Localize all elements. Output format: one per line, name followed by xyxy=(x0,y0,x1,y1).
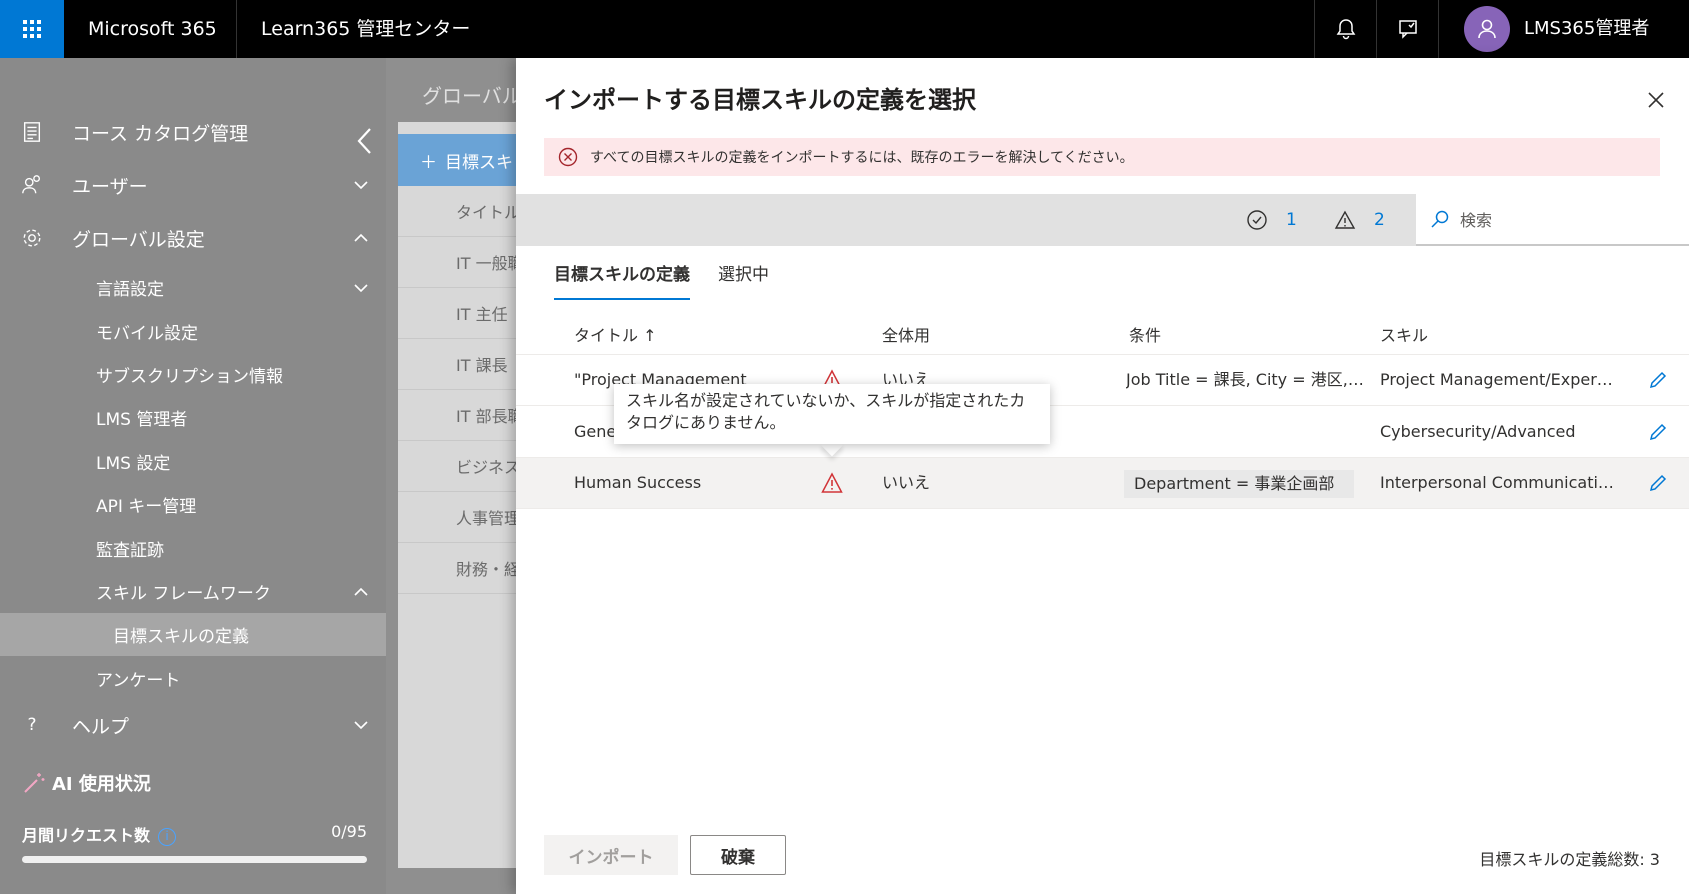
import-button[interactable]: インポート xyxy=(544,835,678,875)
sidebar-subitem-mobile[interactable]: モバイル設定 xyxy=(0,310,386,353)
edit-icon[interactable] xyxy=(1648,422,1668,442)
monthly-requests-label: 月間リクエスト数 xyxy=(22,826,151,845)
background-page-title: グローバル xyxy=(422,84,522,108)
row-conditions xyxy=(1126,407,1366,457)
total-count: 目標スキルの定義総数: 3 xyxy=(1479,850,1660,869)
warning-count: 2 xyxy=(1374,210,1385,230)
waffle-icon[interactable] xyxy=(0,0,64,58)
sidebar-item-label: 監査証跡 xyxy=(96,541,164,561)
checkmark-circle-icon xyxy=(1247,210,1267,230)
bell-icon[interactable] xyxy=(1317,0,1375,58)
usage-progress-bar xyxy=(22,856,367,863)
sidebar-item-label: ユーザー xyxy=(72,175,148,198)
table-row[interactable]: Human Success いいえ Department = 事業企画部 Int… xyxy=(516,458,1689,509)
row-skills: Cybersecurity/Advanced xyxy=(1380,422,1576,441)
sidebar-subitem-lms-settings[interactable]: LMS 設定 xyxy=(0,440,386,483)
discard-button[interactable]: 破棄 xyxy=(690,835,786,875)
avatar[interactable] xyxy=(1464,6,1510,52)
monthly-requests-value: 0/95 xyxy=(331,822,367,841)
sidebar-item-label: コース カタログ管理 xyxy=(72,122,249,145)
valid-count-filter[interactable]: 1 xyxy=(1246,194,1297,246)
sidebar-subitem-api-keys[interactable]: API キー管理 xyxy=(0,483,386,526)
add-target-skill-button[interactable]: ＋ 目標スキ xyxy=(398,134,516,186)
row-title: Human Success xyxy=(574,473,702,492)
tab-target-skills[interactable]: 目標スキルの定義 xyxy=(554,260,690,300)
divider xyxy=(1314,0,1315,58)
panel-title: インポートする目標スキルの定義を選択 xyxy=(544,86,976,114)
row-conditions: Department = 事業企画部 xyxy=(1124,470,1354,498)
error-message-bar: すべての目標スキルの定義をインポートするには、既存のエラーを解決してください。 xyxy=(544,138,1660,176)
ai-usage-title: AI 使用状況 xyxy=(22,770,151,796)
import-panel: インポートする目標スキルの定義を選択 すべての目標スキルの定義をインポートするに… xyxy=(516,58,1689,894)
search-input[interactable]: 検索 xyxy=(1460,207,1492,231)
error-icon xyxy=(558,147,578,167)
app-title: Learn365 管理センター xyxy=(261,18,471,40)
column-header-global[interactable]: 全体用 xyxy=(882,322,930,346)
sidebar-item-label: LMS 管理者 xyxy=(96,410,188,430)
feedback-icon[interactable] xyxy=(1379,0,1437,58)
monthly-requests: 月間リクエスト数 i 0/95 xyxy=(22,822,367,846)
warning-icon[interactable] xyxy=(821,472,843,494)
sidebar-item-label: サブスクリプション情報 xyxy=(96,367,283,387)
sidebar-subitem-audit-trail[interactable]: 監査証跡 xyxy=(0,527,386,570)
top-bar: Microsoft 365 Learn365 管理センター LMS365管理者 xyxy=(0,0,1689,58)
row-skills: Project Management/Expert",... xyxy=(1380,370,1616,389)
search-box[interactable]: 検索 xyxy=(1416,194,1689,246)
brand-name[interactable]: Microsoft 365 xyxy=(88,0,217,58)
users-icon xyxy=(20,173,44,197)
sidebar: コース カタログ管理 ユーザー グローバル設定 言語設定 モバイル設定 サブスク… xyxy=(0,58,386,894)
warning-tooltip: スキル名が設定されていないか、スキルが指定されたカタログにありません。 xyxy=(614,384,1050,444)
info-icon[interactable]: i xyxy=(158,827,177,846)
sidebar-item-label: グローバル設定 xyxy=(72,228,205,251)
ai-usage-label: AI 使用状況 xyxy=(52,774,151,795)
tab-selected[interactable]: 選択中 xyxy=(718,260,769,300)
add-button-label: 目標スキ xyxy=(445,152,513,173)
warning-icon xyxy=(1334,210,1356,229)
gear-icon xyxy=(20,226,44,250)
sidebar-item-label: LMS 設定 xyxy=(96,454,171,474)
row-skills: Interpersonal Communication... xyxy=(1380,473,1616,492)
divider xyxy=(236,0,237,58)
sidebar-subitem-language[interactable]: 言語設定 xyxy=(0,266,386,309)
catalog-icon xyxy=(20,120,44,144)
user-name[interactable]: LMS365管理者 xyxy=(1524,0,1649,58)
sidebar-item-label: ヘルプ xyxy=(72,715,130,738)
sidebar-item-label: 目標スキルの定義 xyxy=(113,627,249,647)
sidebar-subitem-subscription[interactable]: サブスクリプション情報 xyxy=(0,353,386,396)
edit-icon[interactable] xyxy=(1648,370,1668,390)
row-global: いいえ xyxy=(882,473,931,492)
sidebar-item-course-catalog[interactable]: コース カタログ管理 xyxy=(0,108,386,156)
chevron-down-icon xyxy=(354,181,368,190)
column-header-skills[interactable]: スキル xyxy=(1380,322,1428,346)
sidebar-subitem-skill-framework[interactable]: スキル フレームワーク xyxy=(0,570,386,613)
sidebar-item-global-settings[interactable]: グローバル設定 xyxy=(0,214,386,262)
close-icon[interactable] xyxy=(1646,90,1666,110)
sidebar-item-users[interactable]: ユーザー xyxy=(0,161,386,209)
row-conditions: Job Title = 課長, City = 港区, ... xyxy=(1126,370,1366,389)
divider xyxy=(1376,0,1377,58)
sidebar-subitem-survey[interactable]: アンケート xyxy=(0,657,386,700)
chevron-up-icon xyxy=(354,233,368,242)
sidebar-item-label: 言語設定 xyxy=(96,280,164,300)
help-icon: ? xyxy=(27,715,37,735)
chevron-up-icon xyxy=(354,587,368,596)
edit-icon[interactable] xyxy=(1648,473,1668,493)
warning-count-filter[interactable]: 2 xyxy=(1334,194,1385,246)
magic-wand-icon xyxy=(24,773,45,793)
divider xyxy=(1438,0,1439,58)
search-icon xyxy=(1431,210,1449,228)
sidebar-item-label: アンケート xyxy=(96,671,181,691)
sidebar-item-label: モバイル設定 xyxy=(96,324,198,344)
sidebar-subitem-target-skills[interactable]: 目標スキルの定義 xyxy=(0,613,386,656)
error-message-text: すべての目標スキルの定義をインポートするには、既存のエラーを解決してください。 xyxy=(590,150,1134,166)
chevron-down-icon xyxy=(354,283,368,292)
sidebar-subitem-lms-admin[interactable]: LMS 管理者 xyxy=(0,396,386,439)
column-header-conditions[interactable]: 条件 xyxy=(1129,322,1161,346)
chevron-down-icon xyxy=(354,721,368,730)
column-header-title[interactable]: タイトル ↑ xyxy=(574,322,657,346)
sidebar-item-label: スキル フレームワーク xyxy=(96,584,271,604)
sidebar-item-label: API キー管理 xyxy=(96,497,197,517)
sidebar-item-help[interactable]: ? ヘルプ xyxy=(0,701,386,749)
valid-count: 1 xyxy=(1286,210,1297,230)
